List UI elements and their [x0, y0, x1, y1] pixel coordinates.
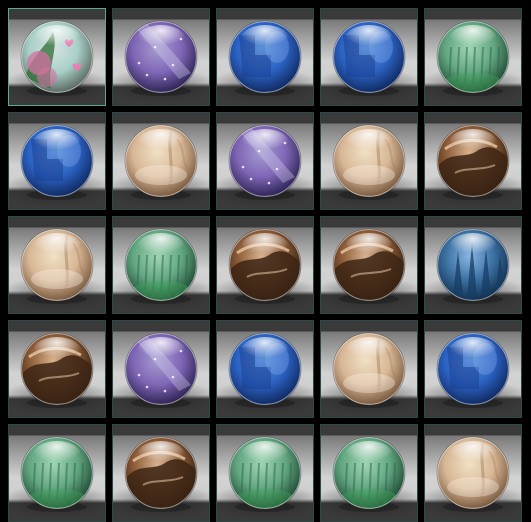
sand-orb-icon — [329, 329, 409, 409]
board-tile[interactable] — [216, 112, 314, 210]
board-tile[interactable] — [424, 112, 522, 210]
board-tile[interactable] — [320, 320, 418, 418]
sand-orb-icon — [17, 225, 97, 305]
board-tile[interactable] — [424, 424, 522, 522]
jade-orb-icon — [433, 17, 513, 97]
ember-orb-icon — [121, 433, 201, 513]
puzzle-board — [0, 0, 531, 522]
blossom-orb-icon — [17, 17, 97, 97]
ocean-orb-icon — [225, 329, 305, 409]
ocean-orb-icon — [225, 17, 305, 97]
jade-orb-icon — [329, 433, 409, 513]
sand-orb-icon — [329, 121, 409, 201]
pine-orb-icon — [433, 225, 513, 305]
board-tile[interactable] — [216, 320, 314, 418]
board-tile[interactable] — [112, 8, 210, 106]
board-tile[interactable] — [8, 424, 106, 522]
board-tile[interactable] — [8, 320, 106, 418]
board-tile[interactable] — [424, 320, 522, 418]
board-tile[interactable] — [216, 8, 314, 106]
board-tile[interactable] — [320, 112, 418, 210]
board-tile[interactable] — [8, 112, 106, 210]
ocean-orb-icon — [433, 329, 513, 409]
jade-orb-icon — [17, 433, 97, 513]
board-tile[interactable] — [112, 424, 210, 522]
board-tile[interactable] — [424, 8, 522, 106]
ember-orb-icon — [433, 121, 513, 201]
board-tile[interactable] — [320, 216, 418, 314]
board-tile[interactable] — [8, 216, 106, 314]
board-tile[interactable] — [320, 8, 418, 106]
jade-orb-icon — [225, 433, 305, 513]
board-tile[interactable] — [320, 424, 418, 522]
board-tile[interactable] — [112, 320, 210, 418]
ember-orb-icon — [329, 225, 409, 305]
nebula-orb-icon — [225, 121, 305, 201]
board-tile[interactable] — [8, 8, 106, 106]
board-tile[interactable] — [112, 216, 210, 314]
nebula-orb-icon — [121, 17, 201, 97]
board-tile[interactable] — [216, 216, 314, 314]
board-tile[interactable] — [424, 216, 522, 314]
sand-orb-icon — [433, 433, 513, 513]
sand-orb-icon — [121, 121, 201, 201]
ember-orb-icon — [17, 329, 97, 409]
jade-orb-icon — [121, 225, 201, 305]
ocean-orb-icon — [329, 17, 409, 97]
ocean-orb-icon — [17, 121, 97, 201]
board-tile[interactable] — [216, 424, 314, 522]
ember-orb-icon — [225, 225, 305, 305]
nebula-orb-icon — [121, 329, 201, 409]
board-tile[interactable] — [112, 112, 210, 210]
